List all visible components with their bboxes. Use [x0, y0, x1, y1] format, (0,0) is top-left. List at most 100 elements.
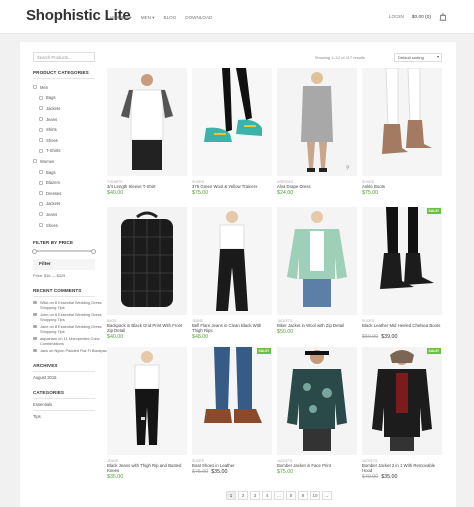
product-title[interactable]: 3/4 Length Sleeve T-Shirt: [107, 184, 187, 189]
filter-button[interactable]: Filter: [33, 259, 95, 271]
product-title[interactable]: 375 Green Wool & Yellow Trainers: [192, 184, 272, 189]
comment-list: Wikk on 8 Essential Wedding Dress Shoppi…: [33, 300, 113, 353]
product-title[interactable]: Black Jeans with Thigh Rip and Busted Kn…: [107, 463, 187, 473]
checkbox[interactable]: [39, 201, 43, 206]
category-item[interactable]: Women: [33, 156, 113, 167]
comment-text[interactable]: John on 8 Essential Wedding Dress Shoppi…: [40, 312, 113, 322]
category-item[interactable]: Bags: [33, 93, 113, 104]
product-image[interactable]: [107, 207, 187, 315]
page-link[interactable]: 3: [250, 491, 260, 500]
checkbox[interactable]: [39, 223, 43, 228]
page-link[interactable]: 2: [238, 491, 248, 500]
category-label: Jeans: [46, 211, 58, 217]
comment-item[interactable]: Jack on Nylon Padded Flat Fl Backpack: [33, 348, 113, 353]
category-item[interactable]: Men: [33, 82, 113, 93]
comment-item[interactable]: Wikk on 8 Essential Wedding Dress Shoppi…: [33, 300, 113, 310]
checkbox[interactable]: [33, 85, 37, 90]
product-title[interactable]: Black Leather Mid Heeled Chelsea Boots: [362, 323, 442, 328]
category-item[interactable]: Jeans: [33, 114, 113, 125]
checkbox[interactable]: [39, 117, 43, 122]
shopping-bag-icon[interactable]: [439, 13, 447, 21]
comment-text[interactable]: Wikk on 8 Essential Wedding Dress Shoppi…: [40, 300, 113, 310]
checkbox[interactable]: [39, 170, 43, 175]
nav-blog[interactable]: BLOG: [164, 15, 177, 21]
price-min-handle[interactable]: [32, 248, 37, 254]
checkbox[interactable]: [39, 212, 43, 217]
category-label: Shirts: [46, 127, 57, 133]
comment-item[interactable]: Jane on 8 Essential Wedding Dress Shoppi…: [33, 324, 113, 334]
product-title[interactable]: Ankle Boots: [362, 184, 442, 189]
page-link[interactable]: →: [322, 491, 332, 500]
price-slider[interactable]: [32, 248, 96, 254]
product-price: $75.00: [277, 469, 293, 475]
cart-total[interactable]: $0.00 (0): [412, 15, 431, 20]
nav-women[interactable]: WOMEN ▾: [110, 15, 132, 21]
category-link[interactable]: Essentials: [33, 402, 113, 407]
comment-icon: [33, 301, 37, 305]
checkbox[interactable]: [33, 159, 37, 164]
product-image[interactable]: [107, 68, 187, 176]
nav-men[interactable]: MEN ▾: [141, 15, 155, 21]
comment-icon: [33, 349, 37, 353]
product-title[interactable]: Bell Flare Jeans in Clean Black With Thi…: [192, 323, 272, 333]
comment-item[interactable]: John on 8 Essential Wedding Dress Shoppi…: [33, 312, 113, 322]
category-item[interactable]: Blazers: [33, 177, 113, 188]
shop-toolbar: Showing 1–12 of 117 results Default sort…: [110, 53, 442, 63]
product-image[interactable]: [107, 347, 187, 455]
archive-link[interactable]: August 2015: [33, 375, 113, 380]
checkbox[interactable]: [39, 127, 43, 132]
login-link[interactable]: LOGIN: [389, 15, 404, 20]
sort-select[interactable]: Default sorting ▾: [394, 53, 442, 62]
quick-view-icon[interactable]: ⚲: [346, 165, 354, 173]
sale-badge: SALE!: [426, 208, 441, 214]
product-image[interactable]: [277, 347, 357, 455]
category-item[interactable]: Shoes: [33, 135, 113, 146]
product-title[interactable]: Bomber Jacket 2 in 1 With Removable Hood: [362, 463, 442, 473]
product-image[interactable]: [277, 207, 357, 315]
category-item[interactable]: Jackets: [33, 199, 113, 210]
category-item[interactable]: Jeans: [33, 209, 113, 220]
sale-price: $35.00: [381, 474, 398, 480]
product-price: $75.00: [192, 190, 208, 196]
comment-text[interactable]: Jack on Nylon Padded Flat Fl Backpack: [40, 348, 109, 353]
checkbox[interactable]: [39, 138, 43, 143]
product-title[interactable]: Biker Jacket in Wool with Zip Detail: [277, 323, 357, 328]
checkbox[interactable]: [39, 106, 43, 111]
nav-download[interactable]: DOWNLOAD: [185, 15, 212, 21]
product-image[interactable]: [362, 68, 442, 176]
category-item[interactable]: Shoes: [33, 220, 113, 231]
product-image[interactable]: ⚲: [277, 68, 357, 176]
category-item[interactable]: Shirts: [33, 124, 113, 135]
category-label: Women: [40, 158, 55, 164]
page-link[interactable]: 8: [286, 491, 296, 500]
product-title[interactable]: Backpack in Black Grid Print With Front …: [107, 323, 187, 333]
checkbox[interactable]: [39, 191, 43, 196]
page-link[interactable]: 4: [262, 491, 272, 500]
product-image[interactable]: [192, 68, 272, 176]
price-value: $75.00: [277, 469, 294, 475]
product-title[interactable]: Alva Drape Dress: [277, 184, 357, 189]
product-image[interactable]: SALE!: [362, 207, 442, 315]
category-item[interactable]: Bags: [33, 167, 113, 178]
product-image[interactable]: [192, 207, 272, 315]
page-link[interactable]: 10: [310, 491, 320, 500]
category-item[interactable]: Dresses: [33, 188, 113, 199]
category-link[interactable]: Tips: [33, 414, 113, 419]
category-label: Blazers: [46, 180, 60, 186]
page-link[interactable]: 9: [298, 491, 308, 500]
product-image[interactable]: SALE!: [362, 347, 442, 455]
page-link[interactable]: 1: [226, 491, 236, 500]
product-title[interactable]: Bomber Jacket in Face Print: [277, 463, 357, 468]
price-max-handle[interactable]: [91, 248, 96, 254]
checkbox[interactable]: [39, 180, 43, 185]
comment-text[interactable]: Jane on 8 Essential Wedding Dress Shoppi…: [40, 324, 113, 334]
product-search-input[interactable]: Search Products...: [33, 52, 95, 62]
category-item[interactable]: Jackets: [33, 103, 113, 114]
comment-text[interactable]: aiquariam on 11 Unexpected Color Combina…: [40, 336, 113, 346]
comment-item[interactable]: aiquariam on 11 Unexpected Color Combina…: [33, 336, 113, 346]
product-image[interactable]: SALE!: [192, 347, 272, 455]
checkbox[interactable]: [39, 148, 43, 153]
checkbox[interactable]: [39, 95, 43, 100]
category-item[interactable]: T-Shirts: [33, 146, 113, 157]
product-title[interactable]: Boat Shoes in Leather: [192, 463, 272, 468]
